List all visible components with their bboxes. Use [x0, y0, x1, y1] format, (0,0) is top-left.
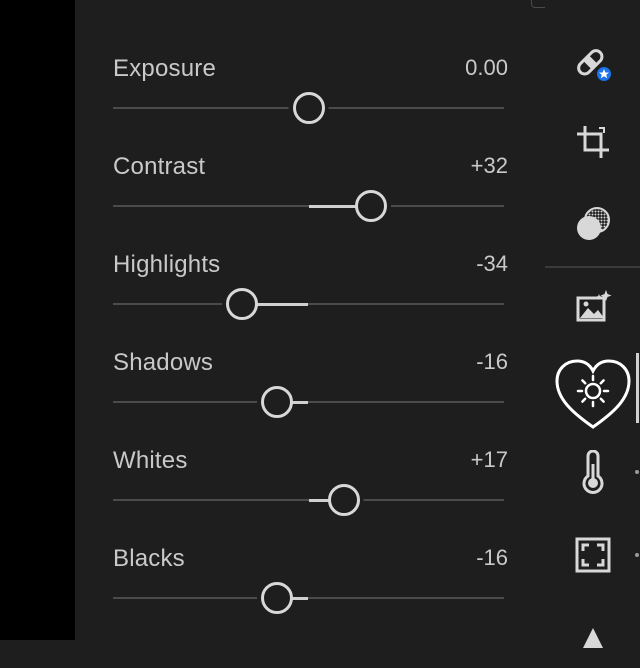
slider-thumb[interactable] — [355, 190, 388, 222]
slider-label: Shadows — [113, 349, 214, 376]
slider-label: Exposure — [113, 55, 216, 82]
left-black-strip — [0, 0, 75, 640]
masking-icon[interactable] — [565, 196, 621, 252]
slider-track[interactable] — [113, 92, 504, 124]
slider-row-blacks: Blacks -16 — [113, 545, 508, 635]
slider-fill — [291, 400, 309, 404]
slider-fill — [308, 498, 330, 502]
slider-row-highlights: Highlights -34 — [113, 251, 508, 341]
slider-label: Highlights — [113, 251, 221, 278]
slider-row-contrast: Contrast +32 — [113, 153, 508, 243]
indicator-dot — [635, 470, 639, 474]
slider-label: Blacks — [113, 545, 185, 572]
slider-fill — [308, 204, 358, 208]
toolbar-divider — [545, 266, 640, 268]
slider-value[interactable]: +32 — [471, 153, 508, 179]
indicator-dot — [635, 553, 639, 557]
slider-fill — [256, 302, 309, 306]
healing-icon[interactable] — [565, 35, 621, 91]
light-icon[interactable] — [551, 355, 635, 435]
slider-value[interactable]: -16 — [476, 545, 508, 571]
active-tool-indicator — [636, 353, 639, 423]
edit-toolbar — [545, 0, 640, 648]
color-temperature-icon[interactable] — [565, 444, 621, 500]
slider-track[interactable] — [113, 190, 504, 222]
slider-track[interactable] — [113, 386, 504, 418]
slider-value[interactable]: -34 — [476, 251, 508, 277]
slider-thumb[interactable] — [261, 386, 294, 418]
slider-track[interactable] — [113, 484, 504, 516]
crop-icon[interactable] — [565, 114, 621, 170]
slider-value[interactable]: 0.00 — [465, 55, 508, 81]
presets-icon[interactable] — [565, 278, 621, 334]
slider-label: Whites — [113, 447, 188, 474]
slider-label: Contrast — [113, 153, 206, 180]
slider-value[interactable]: +17 — [471, 447, 508, 473]
detail-icon[interactable] — [565, 612, 621, 668]
slider-track[interactable] — [113, 582, 504, 614]
slider-thumb[interactable] — [327, 484, 360, 516]
slider-thumb[interactable] — [226, 288, 259, 320]
slider-thumb[interactable] — [292, 92, 325, 124]
slider-thumb[interactable] — [261, 582, 294, 614]
slider-row-whites: Whites +17 — [113, 447, 508, 537]
vignette-icon[interactable] — [565, 527, 621, 583]
slider-row-exposure: Exposure 0.00 — [113, 55, 508, 145]
slider-value[interactable]: -16 — [476, 349, 508, 375]
slider-row-shadows: Shadows -16 — [113, 349, 508, 439]
slider-fill — [291, 596, 309, 600]
slider-track[interactable] — [113, 288, 504, 320]
